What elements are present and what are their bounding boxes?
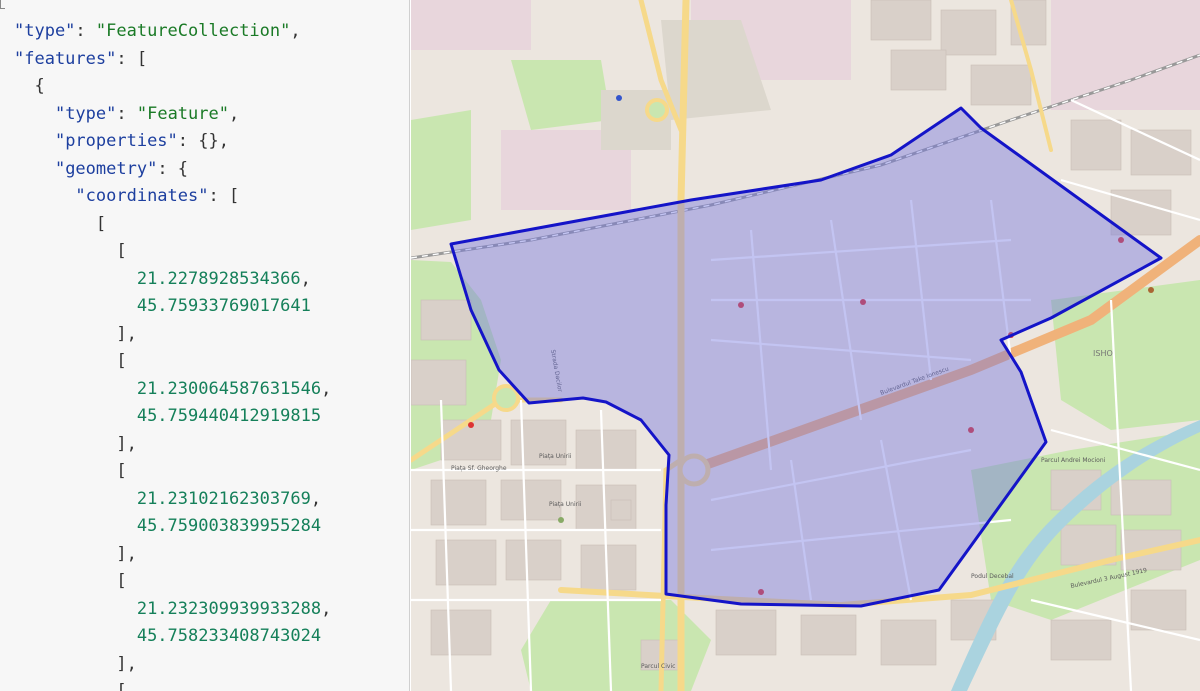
code-line[interactable]: 45.758233408743024	[0, 623, 409, 651]
code-line[interactable]: ],	[0, 431, 409, 459]
code-line[interactable]: ],	[0, 321, 409, 349]
code-line[interactable]: "features": [	[0, 46, 409, 74]
code-token: [	[14, 571, 127, 591]
code-line[interactable]: [	[0, 678, 409, 691]
code-token: : [	[208, 186, 240, 206]
code-token: ],	[14, 543, 137, 564]
code-line[interactable]: 21.2278928534366,	[0, 266, 409, 294]
code-line[interactable]: 21.232309939933288,	[0, 596, 409, 624]
code-token: :	[75, 21, 96, 41]
label-parcul-andrei: Parcul Andrei Mocioni	[1041, 457, 1106, 464]
code-token: 21.2278928534366	[136, 268, 301, 289]
label-parcul-civic: Parcul Civic	[641, 663, 675, 670]
roundabout-west	[492, 384, 520, 412]
zone-ne	[1051, 0, 1200, 110]
code-line[interactable]: 21.23102162303769,	[0, 486, 409, 514]
code-lines[interactable]: "type": "FeatureCollection", "features": …	[0, 18, 409, 691]
code-token: ],	[14, 433, 137, 454]
code-token: "Feature"	[136, 103, 229, 124]
label-piata-sf-gheorghe: Piața Sf. Gheorghe	[451, 465, 507, 472]
code-token: ],	[14, 323, 137, 344]
code-token: {	[14, 76, 45, 96]
code-token: "features"	[14, 48, 117, 69]
code-token: 21.230064587631546	[136, 378, 322, 399]
code-token: [	[14, 461, 127, 481]
code-token: ,	[321, 598, 332, 619]
code-token: 45.75933769017641	[136, 296, 311, 316]
roundabout-north	[645, 98, 669, 122]
code-line[interactable]: "properties": {},	[0, 128, 409, 156]
code-line[interactable]: 21.230064587631546,	[0, 376, 409, 404]
code-token: ,	[310, 488, 322, 509]
code-token: ,	[300, 268, 311, 289]
code-token: "type"	[54, 103, 117, 124]
code-token: 21.232309939933288	[136, 598, 322, 619]
code-token: "coordinates"	[75, 186, 209, 206]
code-token: 45.759440412919815	[136, 406, 322, 426]
code-line[interactable]: "type": "FeatureCollection",	[0, 18, 409, 46]
code-token: : {},	[177, 131, 229, 151]
map-view[interactable]: Piața Unirii Piața Unirii Piața Sf. Gheo…	[411, 0, 1200, 691]
code-line[interactable]: {	[0, 73, 409, 101]
code-line[interactable]: [	[0, 568, 409, 596]
code-token: 21.23102162303769	[136, 488, 311, 509]
code-line[interactable]: ],	[0, 541, 409, 569]
code-token: [	[14, 681, 127, 691]
code-line[interactable]: "type": "Feature",	[0, 101, 409, 129]
code-token: [	[14, 351, 127, 371]
label-podul: Podul Decebal	[971, 573, 1014, 580]
code-token: : {	[157, 158, 189, 179]
map-canvas[interactable]: Piața Unirii Piața Unirii Piața Sf. Gheo…	[411, 0, 1200, 691]
fold-indicator	[0, 0, 5, 9]
code-token: : [	[116, 48, 148, 69]
code-token: ,	[228, 103, 240, 124]
code-token: ],	[14, 653, 137, 674]
code-token: "type"	[14, 21, 76, 41]
code-token: "properties"	[54, 131, 178, 151]
label-piata-unirii-2: Piața Unirii	[549, 501, 582, 508]
label-piata-unirii: Piața Unirii	[539, 453, 572, 460]
code-line[interactable]: "geometry": {	[0, 156, 409, 184]
code-line[interactable]: [	[0, 238, 409, 266]
code-line[interactable]: 45.759440412919815	[0, 403, 409, 431]
code-line[interactable]: 45.75933769017641	[0, 293, 409, 321]
code-token: ,	[290, 21, 301, 41]
code-token: ,	[321, 378, 332, 399]
label-isho: ISHO	[1093, 349, 1113, 358]
code-token: "FeatureCollection"	[95, 21, 291, 41]
code-token: :	[116, 103, 137, 124]
code-token: "geometry"	[54, 158, 158, 179]
code-line[interactable]: 45.759003839955284	[0, 513, 409, 541]
code-token: 45.758233408743024	[136, 626, 322, 646]
zone-nw	[411, 0, 531, 50]
code-token: [	[14, 241, 127, 261]
park-northwest	[411, 110, 471, 230]
code-token: 45.759003839955284	[136, 516, 322, 536]
code-token: [	[14, 213, 107, 234]
geojson-editor[interactable]: "type": "FeatureCollection", "features": …	[0, 0, 410, 691]
code-line[interactable]: "coordinates": [	[0, 183, 409, 211]
code-line[interactable]: [	[0, 458, 409, 486]
code-line[interactable]: [	[0, 211, 409, 239]
code-line[interactable]: [	[0, 348, 409, 376]
code-line[interactable]: ],	[0, 651, 409, 679]
